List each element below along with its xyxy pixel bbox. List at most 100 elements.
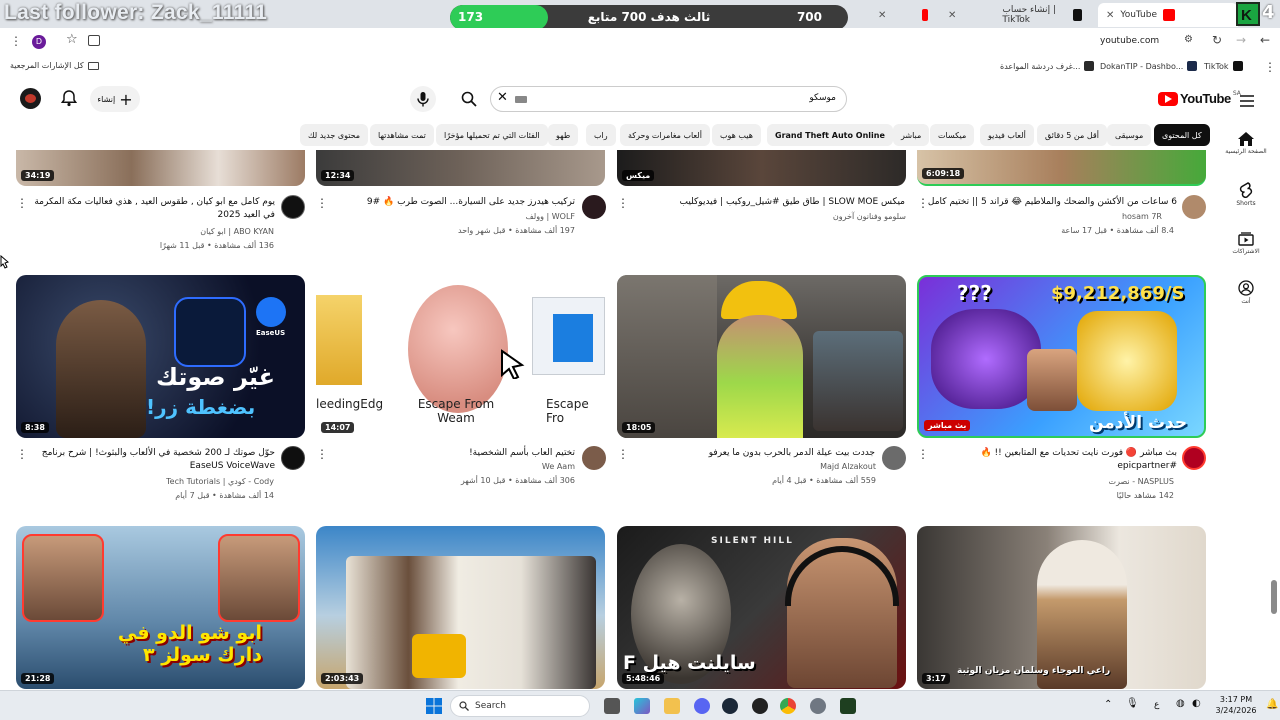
- video-thumbnail[interactable]: 6:09:18: [917, 150, 1206, 186]
- video-thumbnail[interactable]: ميكس: [617, 150, 906, 186]
- youtube-logo[interactable]: YouTube SA: [1158, 90, 1241, 106]
- guide-you[interactable]: أنت: [1222, 280, 1270, 305]
- search-box[interactable]: ✕ موسكو: [461, 86, 847, 112]
- voice-search-button[interactable]: [410, 86, 436, 112]
- terminal-app-icon[interactable]: [840, 698, 856, 714]
- notification-icon[interactable]: 🔔: [1266, 699, 1278, 710]
- video-title[interactable]: تختيم العاب بأسم الشخصية!: [320, 447, 575, 460]
- reload-icon[interactable]: ↻: [1212, 33, 1222, 47]
- input-language[interactable]: ع: [1154, 700, 1159, 710]
- microphone-tray-icon[interactable]: 🎙: [1126, 698, 1139, 709]
- install-app-icon[interactable]: [88, 35, 100, 46]
- clock-time[interactable]: 3:17 PM: [1216, 695, 1256, 704]
- task-view-icon[interactable]: [604, 698, 620, 714]
- bookmark-all[interactable]: كل الإشارات المرجعية: [10, 61, 99, 70]
- chrome-icon[interactable]: [780, 698, 796, 714]
- video-menu-icon[interactable]: ⋮: [917, 447, 929, 461]
- channel-avatar[interactable]: [1182, 446, 1206, 470]
- video-menu-icon[interactable]: ⋮: [16, 196, 28, 210]
- keyboard-icon[interactable]: [515, 96, 527, 103]
- tab-tiktok[interactable]: ✕ إنشاء حساب | TikTok: [940, 3, 1090, 27]
- page-scrollbar-thumb[interactable]: [1271, 580, 1277, 614]
- video-menu-icon[interactable]: ⋮: [617, 196, 629, 210]
- channel-avatar[interactable]: [882, 446, 906, 470]
- video-thumbnail[interactable]: ابو شو الدو في دارك سولز ٣ 21:28: [16, 526, 305, 689]
- video-thumbnail[interactable]: EaseUS غيّر صوتك بضغطة زر! 8:38: [16, 275, 305, 438]
- guide-home[interactable]: الصفحة الرئيسية: [1222, 132, 1270, 155]
- start-menu-icon[interactable]: [426, 698, 442, 718]
- close-icon[interactable]: ✕: [1106, 10, 1114, 21]
- obs-icon[interactable]: [752, 698, 768, 714]
- video-title[interactable]: 6 ساعات من الأكشن والضحك والملاطيم 😂 قرا…: [922, 196, 1177, 209]
- channel-name[interactable]: Majd Alzakout: [636, 462, 876, 471]
- chip-mixes[interactable]: ميكسات: [930, 124, 975, 146]
- menu-kebab-icon[interactable]: ⋮: [10, 34, 22, 48]
- bookmarks-more-icon[interactable]: ⋮: [1264, 60, 1276, 74]
- video-menu-icon[interactable]: ⋮: [917, 196, 929, 210]
- video-title[interactable]: بث مباشر 🔴 فورت نايت تحديات مع المتابعين…: [922, 447, 1177, 473]
- notifications-bell-icon[interactable]: [60, 90, 78, 111]
- video-thumbnail[interactable]: 2:03:43: [316, 526, 605, 689]
- network-icon[interactable]: ◍: [1176, 698, 1185, 709]
- channel-name[interactable]: hosam 7R: [922, 212, 1162, 221]
- guide-subscriptions[interactable]: الاشتراكات: [1222, 232, 1270, 255]
- tab-youtube-2[interactable]: ✕: [870, 3, 936, 27]
- video-menu-icon[interactable]: ⋮: [316, 447, 328, 461]
- video-title[interactable]: ميكس SLOW MOE | طاق طيق #شيل_روكيب | فيد…: [650, 196, 905, 209]
- chip-all[interactable]: كل المحتوى: [1154, 124, 1210, 146]
- channel-avatar[interactable]: [281, 195, 305, 219]
- clear-search-icon[interactable]: ✕: [497, 90, 508, 105]
- copilot-icon[interactable]: [634, 698, 650, 714]
- account-avatar[interactable]: [20, 88, 41, 109]
- channel-avatar[interactable]: [582, 195, 606, 219]
- chip-under-5[interactable]: أقل من 5 دقائق: [1037, 124, 1107, 146]
- video-menu-icon[interactable]: ⋮: [16, 447, 28, 461]
- video-title[interactable]: تركيب هيدرز جديد على السيارة... الصوت طر…: [320, 196, 575, 209]
- channel-name[interactable]: NASPLUS - نصرت: [934, 477, 1174, 486]
- channel-name[interactable]: ABO KYAN | ابو كيان: [34, 227, 274, 236]
- video-title[interactable]: يوم كامل مع ابو كيان , طقوس العيد , هذي …: [20, 196, 275, 222]
- site-settings-icon[interactable]: ⚙: [1184, 34, 1193, 45]
- taskbar-search[interactable]: Search: [450, 695, 590, 717]
- channel-name[interactable]: We Aam: [335, 462, 575, 471]
- channel-name[interactable]: سلومو وفنانون آخرون: [666, 212, 906, 221]
- search-icon[interactable]: [461, 91, 477, 111]
- video-thumbnail[interactable]: 34:19: [16, 150, 305, 186]
- back-icon[interactable]: ←: [1260, 33, 1270, 47]
- chip-cooking[interactable]: طهو: [548, 124, 579, 146]
- forward-icon[interactable]: →: [1236, 33, 1246, 47]
- bookmark-dokantip[interactable]: DokanTIP - Dashbo...: [1100, 61, 1198, 71]
- steam-icon[interactable]: [722, 698, 738, 714]
- bookmark-tiktok[interactable]: TikTok: [1204, 61, 1243, 71]
- video-thumbnail[interactable]: راعي العوجاء وسلمان مزيان الوثبة 3:17: [917, 526, 1206, 689]
- settings-icon[interactable]: [810, 698, 826, 714]
- channel-name[interactable]: WOLF | وولف: [335, 212, 576, 221]
- volume-icon[interactable]: ◐: [1192, 698, 1201, 709]
- video-thumbnail[interactable]: Escape From Weam Escape Fro Weam.exe lee…: [316, 275, 605, 438]
- channel-avatar[interactable]: [1182, 195, 1206, 219]
- search-input[interactable]: موسكو: [809, 93, 836, 103]
- video-title[interactable]: جددت بيت عيلة الدمر بالحرب بدون ما يعرفو: [620, 447, 875, 460]
- tray-chevron-icon[interactable]: ⌃: [1104, 699, 1112, 710]
- video-thumbnail[interactable]: 12:34: [316, 150, 605, 186]
- clock-date[interactable]: 3/24/2026: [1214, 706, 1258, 715]
- chip-gta[interactable]: Grand Theft Auto Online: [767, 124, 893, 146]
- url-field[interactable]: youtube.com: [1100, 36, 1159, 46]
- video-thumbnail[interactable]: 18:05: [617, 275, 906, 438]
- chip-watched[interactable]: تمت مشاهدتها: [370, 124, 434, 146]
- bookmark-chat[interactable]: غرف دردشة المواعدة...: [1000, 61, 1095, 71]
- chip-rap[interactable]: راب: [586, 124, 616, 146]
- tab-youtube[interactable]: ✕ YouTube: [1098, 3, 1238, 27]
- guide-shorts[interactable]: Shorts: [1222, 182, 1270, 207]
- chip-action-adventure[interactable]: ألعاب مغامرات وحركة: [620, 124, 710, 146]
- profile-avatar[interactable]: D: [32, 35, 46, 49]
- create-button[interactable]: إنشاء +: [90, 86, 140, 112]
- channel-avatar[interactable]: [281, 446, 305, 470]
- channel-name[interactable]: Cody - كودي | Tech Tutorials: [34, 477, 274, 486]
- close-icon[interactable]: ✕: [948, 10, 956, 21]
- video-menu-icon[interactable]: ⋮: [316, 196, 328, 210]
- discord-icon[interactable]: [694, 698, 710, 714]
- video-menu-icon[interactable]: ⋮: [617, 447, 629, 461]
- video-thumbnail[interactable]: SILENT HILL سايلنت هيل F 5:48:46: [617, 526, 906, 689]
- chip-music[interactable]: موسيقى: [1107, 124, 1152, 146]
